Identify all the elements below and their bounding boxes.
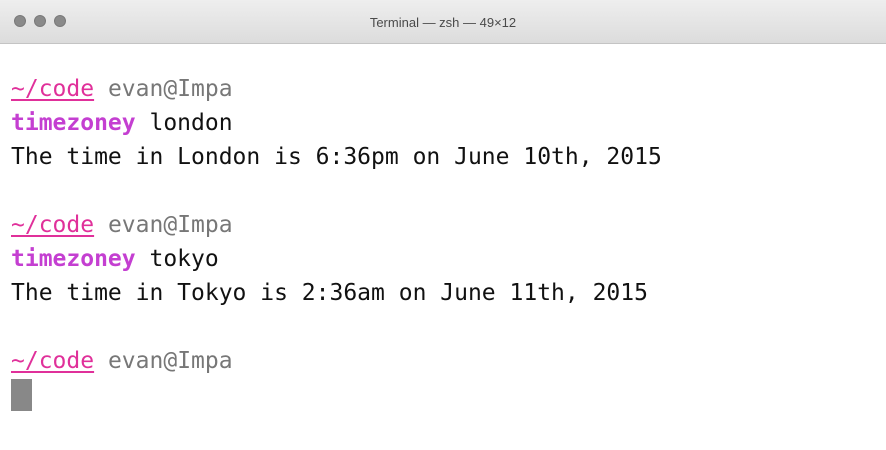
prompt-line: ~/code evan@Impa — [11, 72, 880, 106]
prompt-userhost: evan@Impa — [107, 76, 233, 102]
text-cursor — [11, 379, 32, 411]
command-line: timezoney tokyo — [11, 242, 880, 276]
prompt-userhost: evan@Impa — [107, 212, 233, 238]
command-output: The time in London is 6:36pm on June 10t… — [11, 144, 662, 170]
input-line[interactable] — [11, 378, 880, 412]
prompt-userhost: evan@Impa — [107, 348, 233, 374]
command-output: The time in Tokyo is 2:36am on June 11th… — [11, 280, 648, 306]
prompt-path: ~/code — [11, 76, 95, 102]
command-argument: london — [149, 110, 233, 136]
prompt-path: ~/code — [11, 348, 95, 374]
prompt-path: ~/code — [11, 212, 95, 238]
current-prompt-line: ~/code evan@Impa — [11, 344, 880, 378]
window-title: Terminal — zsh — 49×12 — [369, 15, 517, 30]
command-name: timezoney — [11, 246, 136, 272]
command-name: timezoney — [11, 110, 136, 136]
title-bar[interactable]: Terminal — zsh — 49×12 — [0, 0, 886, 44]
terminal-window: Terminal — zsh — 49×12 ~/code evan@Impa … — [0, 0, 886, 450]
command-line: timezoney london — [11, 106, 880, 140]
prompt-line: ~/code evan@Impa — [11, 208, 880, 242]
terminal-content[interactable]: ~/code evan@Impa timezoney london The ti… — [11, 44, 880, 450]
command-argument: tokyo — [149, 246, 219, 272]
